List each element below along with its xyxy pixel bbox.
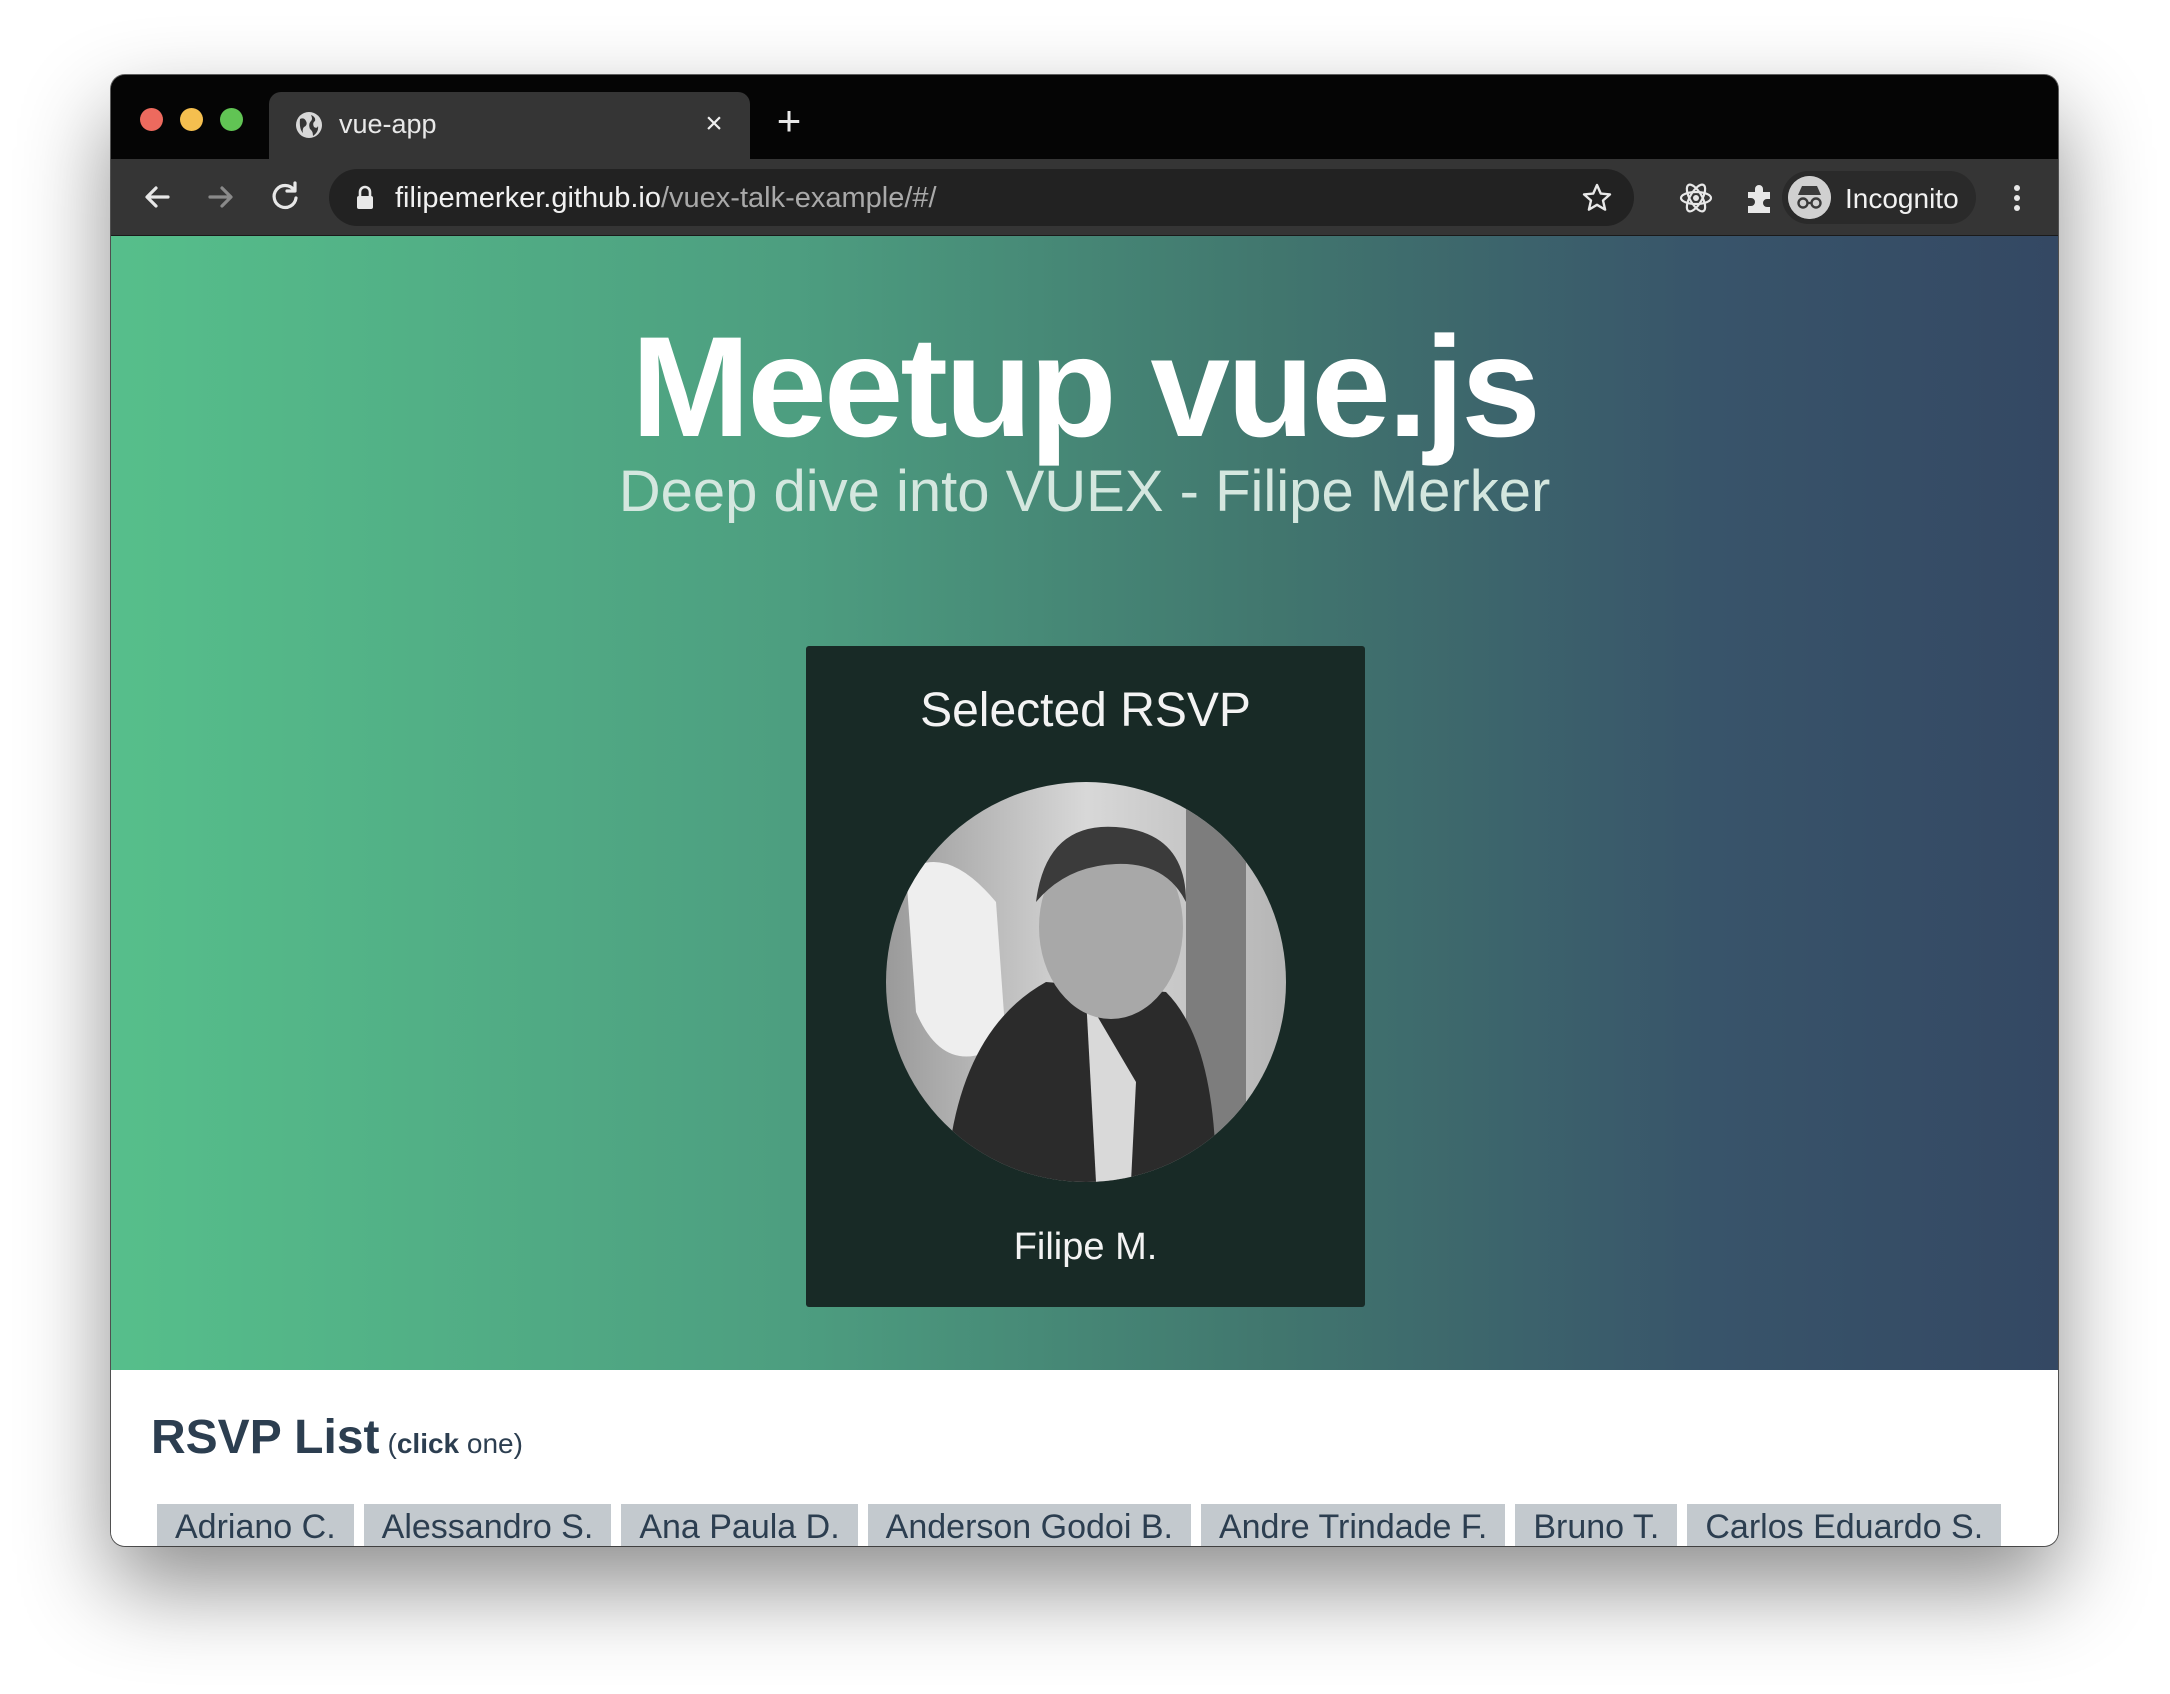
hero-banner: Meetup vue.js Deep dive into VUEX - Fili… [111,236,2058,1370]
rsvp-chip[interactable]: Bruno T. [1515,1504,1678,1546]
rsvp-list-hint: (click one) [388,1428,523,1459]
browser-window: vue-app × + filipemerker.github.io/vuex-… [111,75,2058,1546]
page-subtitle: Deep dive into VUEX - Filipe Merker [618,459,1551,524]
hint-bold: click [396,1428,460,1459]
close-window-button[interactable] [140,108,163,131]
incognito-profile-button[interactable]: Incognito [1782,171,1976,224]
hint-open: ( [387,1428,397,1459]
tab-vue-app[interactable]: vue-app × [269,92,750,159]
reload-icon[interactable] [264,176,306,218]
rsvp-chip[interactable]: Andre Trindade F. [1200,1504,1506,1546]
rsvp-list-title: RSVP List [151,1411,380,1464]
hint-rest: one) [459,1428,523,1459]
page-title: Meetup vue.js [631,308,1541,467]
close-icon[interactable]: × [698,108,730,140]
url-path: /vuex-talk-example/#/ [660,182,937,214]
globe-icon [296,112,322,138]
tab-strip: vue-app × + [111,75,2058,159]
rsvp-chip[interactable]: Anderson Godoi B. [867,1504,1191,1546]
page-content: Meetup vue.js Deep dive into VUEX - Fili… [111,236,2058,1546]
rsvp-chip[interactable]: Ana Paula D. [621,1504,858,1546]
rsvp-chip[interactable]: Adriano C. [157,1504,354,1546]
url-text: filipemerker.github.io/vuex-talk-example… [395,182,937,215]
rsvp-chip[interactable]: Carlos Eduardo S. [1687,1504,2002,1546]
maximize-window-button[interactable] [220,108,243,131]
selected-rsvp-card: Selected RSVP Filipe M. [806,646,1365,1307]
minimize-window-button[interactable] [180,108,203,131]
incognito-icon [1788,176,1831,219]
lock-icon [357,185,373,209]
tab-title: vue-app [339,109,437,139]
plus-icon[interactable]: + [769,100,809,142]
more-vert-icon[interactable] [2007,179,2027,217]
rsvp-chip-list: Adriano C. Alessandro S. Ana Paula D. Ander… [157,1504,2011,1546]
address-bar[interactable]: filipemerker.github.io/vuex-talk-example… [329,169,1634,226]
selected-rsvp-title: Selected RSVP [920,684,1251,737]
forward-icon[interactable] [200,176,242,218]
star-icon[interactable] [1580,181,1614,215]
rsvp-list-section: RSVP List (click one) Adriano C. Alessandr… [111,1370,2058,1546]
selected-rsvp-name: Filipe M. [1013,1226,1158,1268]
toolbar: filipemerker.github.io/vuex-talk-example… [111,159,2058,236]
rsvp-chip[interactable]: Alessandro S. [363,1504,612,1546]
url-host: filipemerker.github.io [395,182,661,214]
avatar [886,782,1286,1182]
extensions-icon[interactable] [1741,179,1779,217]
rsvp-list-heading: RSVP List (click one) [151,1410,523,1465]
back-icon[interactable] [136,176,178,218]
react-devtools-icon[interactable] [1677,179,1715,217]
incognito-label: Incognito [1845,183,1959,214]
